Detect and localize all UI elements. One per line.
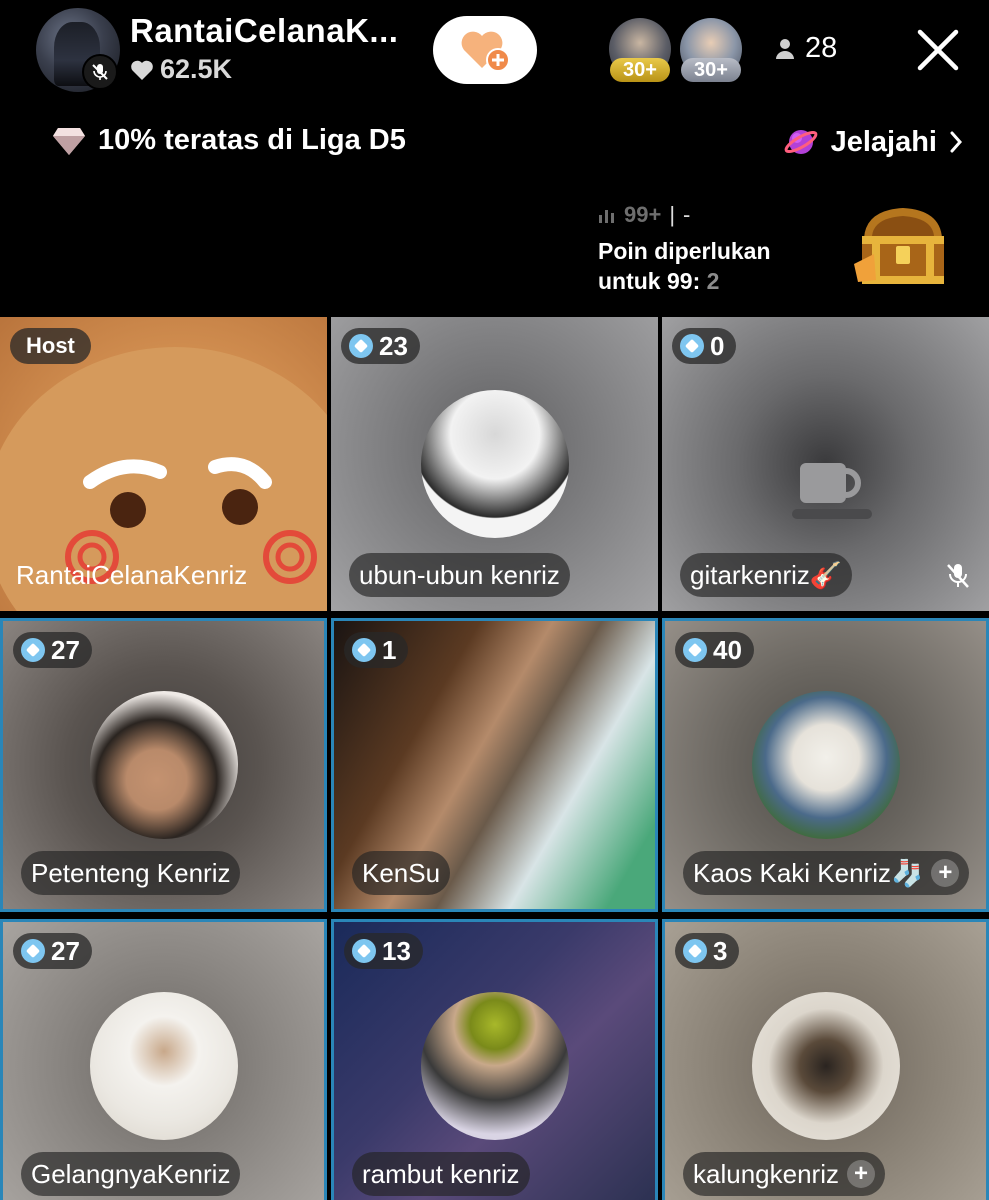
score-value: 27 <box>51 634 80 665</box>
guest-name-text: Kaos Kaki Kenriz🧦 <box>693 857 924 888</box>
guest-name-text: kalungkenriz <box>693 1158 839 1189</box>
guest-tile-host[interactable]: Host RantaiCelanaKenriz <box>0 317 327 611</box>
score-badge: 27 <box>13 933 92 969</box>
gem-icon <box>21 939 45 963</box>
guest-name: KenSu <box>352 851 451 895</box>
guest-name: gitarkenriz🎸 <box>680 553 853 597</box>
guest-avatar[interactable] <box>89 691 238 839</box>
score-badge: 3 <box>675 933 740 969</box>
treasure-chest-icon[interactable] <box>852 202 954 292</box>
score-value: 3 <box>713 935 728 966</box>
guest-name: rambut kenriz <box>352 1152 530 1196</box>
points-panel: 99+ | - Poin diperlukan untuk 99: 2 <box>598 202 771 296</box>
add-friend-icon[interactable]: + <box>846 1160 875 1188</box>
close-icon[interactable] <box>912 24 964 76</box>
guest-tile[interactable]: 0 gitarkenriz🎸 <box>662 317 989 611</box>
gem-icon <box>349 334 373 358</box>
points-needed-value: 2 <box>706 268 720 294</box>
host-badge: Host <box>10 328 91 364</box>
guest-name: kalungkenriz + <box>683 1152 885 1196</box>
viewer-count[interactable]: 28 <box>775 32 837 65</box>
score-value: 23 <box>379 330 408 361</box>
mic-muted-icon <box>82 54 118 90</box>
score-badge: 40 <box>675 632 754 668</box>
score-badge: 23 <box>341 328 420 364</box>
likes-value: 62.5K <box>160 54 233 84</box>
gem-icon <box>680 334 704 358</box>
person-icon <box>776 38 794 59</box>
heart-plus-icon <box>461 31 510 72</box>
rank-separator: | <box>669 202 676 227</box>
viewer-level-badge: 30+ <box>610 58 670 82</box>
score-value: 27 <box>51 935 80 966</box>
rank-row: 99+ | - <box>598 202 771 228</box>
rank-dash: - <box>683 202 691 227</box>
explore-label: Jelajahi <box>830 125 937 158</box>
guest-tile[interactable]: 1 KenSu <box>331 618 658 912</box>
bar-chart-icon <box>599 210 614 223</box>
guest-tile[interactable]: 13 rambut kenriz <box>331 919 658 1200</box>
score-value: 1 <box>382 634 397 665</box>
rank-value: 99+ <box>624 202 662 227</box>
league-banner[interactable]: 10% teratas di Liga D5 <box>52 124 406 157</box>
guest-name: Petenteng Kenriz <box>21 851 241 895</box>
score-value: 13 <box>382 935 411 966</box>
guest-avatar[interactable] <box>420 992 569 1140</box>
gem-icon <box>683 638 707 662</box>
gem-icon <box>21 638 45 662</box>
live-header: RantaiCelanaK... 62.5K 30+ 30+ 28 <box>0 0 989 100</box>
guest-tile[interactable]: 3 kalungkenriz + <box>662 919 989 1200</box>
guest-name: Kaos Kaki Kenriz🧦 + <box>683 851 970 895</box>
gem-icon <box>352 638 376 662</box>
guest-avatar[interactable] <box>751 691 900 839</box>
guest-name: RantaiCelanaKenriz <box>16 559 248 590</box>
points-needed-line1: Poin diperlukan <box>598 238 771 264</box>
heart-icon <box>131 60 153 80</box>
guest-avatar[interactable] <box>420 390 569 538</box>
explore-button[interactable]: Jelajahi <box>783 124 963 160</box>
coffee-cup-icon <box>792 463 872 519</box>
guest-tile[interactable]: 23 ubun-ubun kenriz <box>331 317 658 611</box>
viewer-level-badge: 30+ <box>681 58 741 82</box>
league-text: 10% teratas di Liga D5 <box>98 124 406 156</box>
guest-avatar[interactable] <box>751 992 900 1140</box>
guest-name: GelangnyaKenriz <box>21 1152 241 1196</box>
guest-tile[interactable]: 27 Petenteng Kenriz <box>0 618 327 912</box>
host-name[interactable]: RantaiCelanaK... <box>130 12 398 50</box>
points-needed-label: untuk 99: <box>598 268 701 294</box>
likes-count: 62.5K <box>130 54 232 85</box>
score-badge: 27 <box>13 632 92 668</box>
guest-tile[interactable]: 27 GelangnyaKenriz <box>0 919 327 1200</box>
gem-icon <box>352 939 376 963</box>
add-friend-icon[interactable]: + <box>931 859 960 887</box>
mic-off-icon <box>947 564 969 588</box>
guest-name: ubun-ubun kenriz <box>349 553 570 597</box>
guest-tile[interactable]: 40 Kaos Kaki Kenriz🧦 + <box>662 618 989 912</box>
viewer-count-value: 28 <box>805 32 838 64</box>
chevron-right-icon <box>950 131 963 153</box>
score-badge: 1 <box>344 632 409 668</box>
points-needed: Poin diperlukan untuk 99: 2 <box>598 236 771 296</box>
planet-icon <box>784 130 818 154</box>
guest-avatar[interactable] <box>89 992 238 1140</box>
points-needed-line2: untuk 99: 2 <box>598 266 771 296</box>
follow-button[interactable] <box>433 16 537 84</box>
diamond-icon <box>53 127 85 155</box>
score-value: 40 <box>713 634 742 665</box>
score-value: 0 <box>710 330 725 361</box>
gem-icon <box>683 939 707 963</box>
score-badge: 13 <box>344 933 423 969</box>
score-badge: 0 <box>672 328 737 364</box>
